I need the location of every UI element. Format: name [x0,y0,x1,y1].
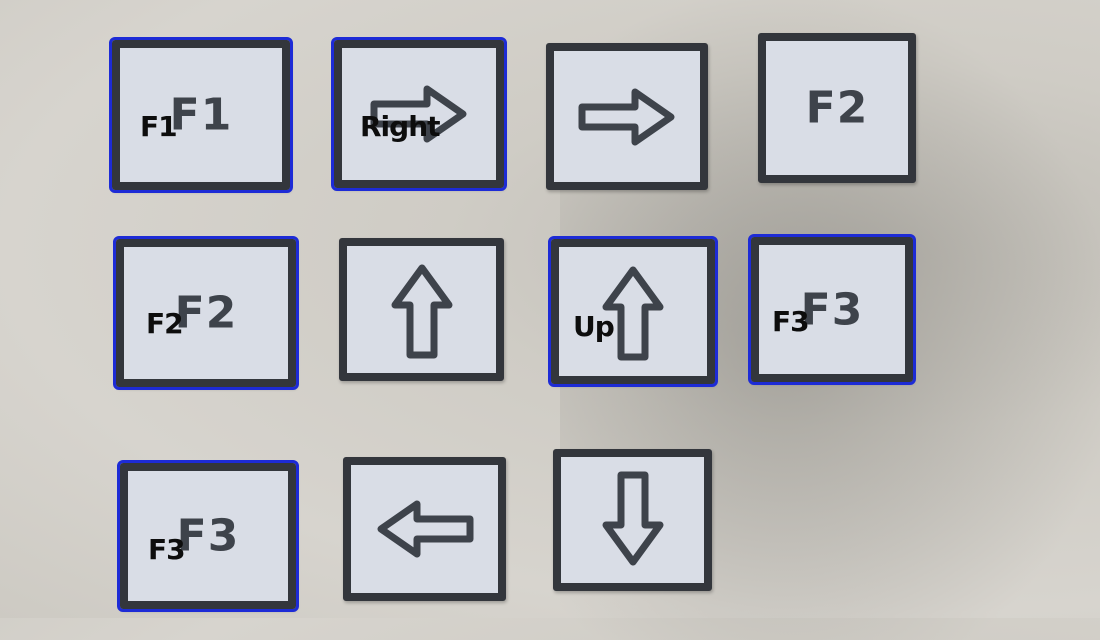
down-arrow-icon [602,471,663,566]
card-f2: F2 [113,236,299,390]
detection-label: F3 [148,533,186,566]
card-up-arrow [339,238,504,381]
card-left-arrow [343,457,506,601]
card-right-arrow [546,43,708,190]
card-down-arrow [553,449,712,591]
card-f2: F2 [758,33,916,183]
detection-label: F2 [146,307,184,340]
detection-label: F3 [772,305,810,338]
detection-label: Right [360,110,441,143]
right-arrow-icon [578,88,675,145]
up-arrow-icon [391,264,452,358]
left-arrow-icon [377,500,473,558]
card-f3: F3 [117,460,299,612]
card-text: F2 [805,82,869,134]
detection-label: Up [573,310,615,343]
detection-label: F1 [140,110,178,143]
card-f1: F1 [109,37,293,193]
